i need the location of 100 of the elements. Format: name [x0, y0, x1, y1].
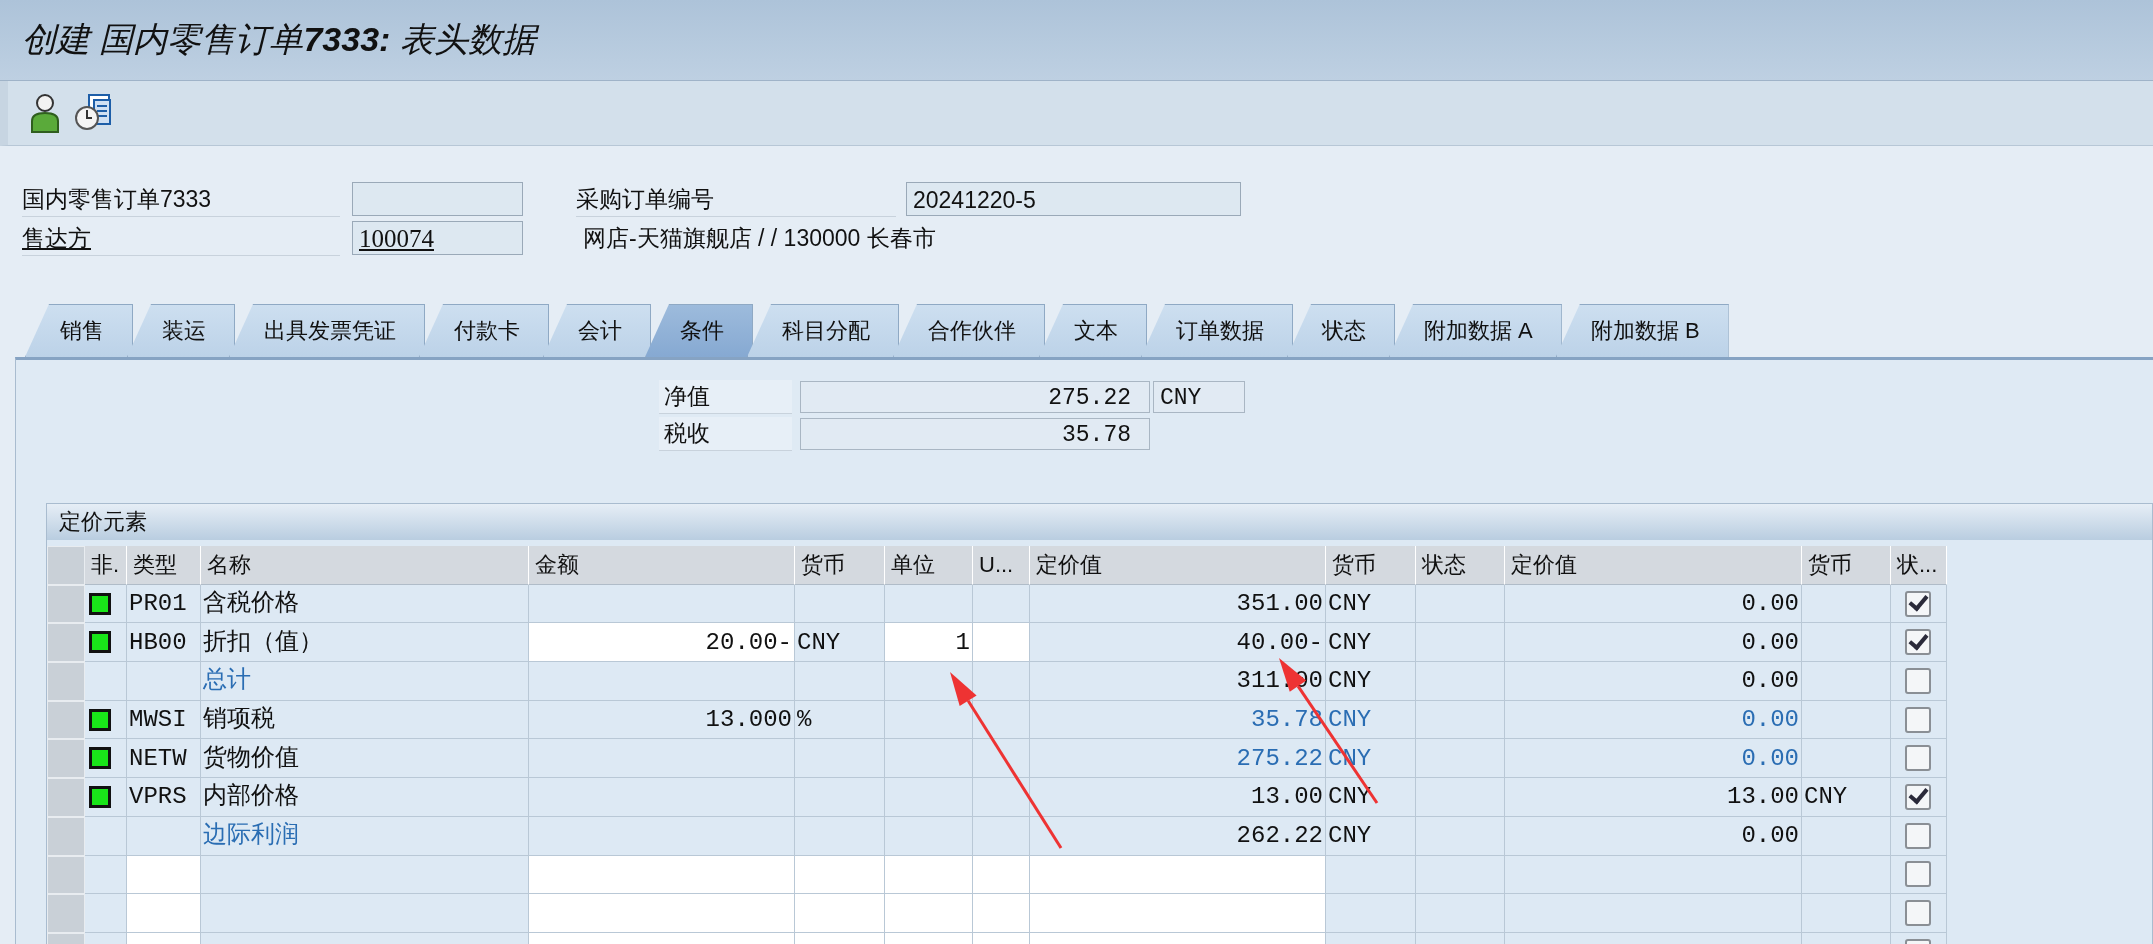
- input-cell[interactable]: [885, 855, 973, 895]
- value-field: CNY: [1153, 381, 1245, 413]
- input-cell[interactable]: [529, 894, 795, 933]
- document-clock-icon[interactable]: [74, 93, 114, 133]
- column-header: 状态: [1416, 546, 1505, 585]
- table-cell: 总计: [201, 662, 529, 701]
- input-cell[interactable]: [795, 894, 885, 933]
- table-cell: 0.00: [1505, 584, 1802, 624]
- table-cell: CNY: [1326, 816, 1416, 856]
- tab[interactable]: 付款卡: [419, 304, 549, 357]
- table-cell: CNY: [1326, 623, 1416, 663]
- table-cell: 0.00: [1505, 700, 1802, 740]
- checkbox[interactable]: [1905, 667, 1931, 694]
- tab[interactable]: 科目分配: [747, 304, 899, 357]
- table-cell: 边际利润: [201, 816, 529, 856]
- table-cell: 35.78: [1030, 700, 1326, 740]
- row-selector[interactable]: [47, 855, 85, 895]
- tab[interactable]: 条件: [645, 304, 753, 357]
- table-cell: 0.00: [1505, 623, 1802, 663]
- column-header: 定价值: [1030, 546, 1326, 585]
- table-cell: [85, 894, 127, 933]
- input-cell[interactable]: [795, 855, 885, 895]
- status-icon: [89, 785, 111, 808]
- column-header: U...: [973, 546, 1030, 585]
- tab[interactable]: 附加数据 B: [1555, 304, 1729, 357]
- input-cell[interactable]: [1030, 894, 1326, 933]
- input-field[interactable]: 100074: [352, 221, 523, 255]
- table-cell: 销项税: [201, 700, 529, 740]
- input-cell[interactable]: [885, 894, 973, 933]
- tab[interactable]: 订单数据: [1141, 304, 1293, 357]
- table-cell: 折扣（值）: [201, 623, 529, 663]
- tab[interactable]: 销售: [25, 304, 133, 357]
- field-label: 采购订单编号: [576, 181, 896, 217]
- input-cell[interactable]: [529, 855, 795, 895]
- column-header: 货币: [1802, 546, 1891, 585]
- checkbox[interactable]: [1905, 783, 1931, 810]
- checkbox[interactable]: [1905, 706, 1931, 733]
- column-header: 单位: [885, 546, 973, 585]
- person-icon[interactable]: [30, 93, 60, 133]
- table-cell: MWSI: [127, 700, 201, 740]
- column-header: 类型: [127, 546, 201, 585]
- table-cell: PR01: [127, 584, 201, 624]
- tab[interactable]: 状态: [1287, 304, 1395, 357]
- table-cell: NETW: [127, 739, 201, 779]
- table-cell: 13.00: [1030, 778, 1326, 817]
- table-cell: 0.00: [1505, 662, 1802, 701]
- row-selector[interactable]: [47, 662, 85, 701]
- tab[interactable]: 会计: [543, 304, 651, 357]
- checkbox[interactable]: [1905, 822, 1931, 849]
- column-header: 金额: [529, 546, 795, 585]
- input-cell[interactable]: [973, 623, 1030, 663]
- table-cell: 13.00: [1505, 778, 1802, 817]
- checkbox[interactable]: [1905, 590, 1931, 617]
- checkbox[interactable]: [1905, 900, 1931, 927]
- select-all-button[interactable]: [47, 546, 85, 585]
- row-selector[interactable]: [47, 700, 85, 740]
- row-selector[interactable]: [47, 623, 85, 663]
- value-field: 275.22: [800, 381, 1150, 413]
- table-cell: 货物价值: [201, 739, 529, 779]
- table-cell: 含税价格: [201, 584, 529, 624]
- row-selector[interactable]: [47, 584, 85, 624]
- column-header: 名称: [201, 546, 529, 585]
- row-selector[interactable]: [47, 816, 85, 856]
- input-cell[interactable]: [973, 894, 1030, 933]
- table-cell: 内部价格: [201, 778, 529, 817]
- row-selector[interactable]: [47, 894, 85, 933]
- status-icon: [89, 708, 111, 731]
- input-field[interactable]: [352, 182, 523, 216]
- table-cell: 275.22: [1030, 739, 1326, 779]
- section-title: 定价元素: [47, 504, 2152, 540]
- tab[interactable]: 出具发票凭证: [229, 304, 425, 357]
- input-field[interactable]: 20241220-5: [906, 182, 1241, 216]
- field-label: 税收: [659, 417, 792, 451]
- input-cell[interactable]: [127, 855, 201, 895]
- input-cell[interactable]: [973, 855, 1030, 895]
- table-cell: CNY: [1326, 584, 1416, 624]
- tab[interactable]: 合作伙伴: [893, 304, 1045, 357]
- checkbox[interactable]: [1905, 745, 1931, 772]
- checkbox[interactable]: [1905, 629, 1931, 656]
- tab[interactable]: 附加数据 A: [1389, 304, 1562, 357]
- table-cell[interactable]: 1: [885, 623, 973, 663]
- checkbox[interactable]: [1905, 861, 1931, 888]
- table-cell: 40.00-: [1030, 623, 1326, 663]
- column-header: 货币: [1326, 546, 1416, 585]
- table-cell: 262.22: [1030, 816, 1326, 856]
- input-cell[interactable]: [127, 894, 201, 933]
- sold-to-link[interactable]: 售达方: [22, 224, 91, 251]
- row-selector[interactable]: [47, 739, 85, 779]
- input-cell[interactable]: [1030, 855, 1326, 895]
- column-header: 非.: [85, 546, 127, 585]
- value-field: 35.78: [800, 418, 1150, 450]
- table-cell: 13.000: [529, 700, 795, 740]
- table-cell: CNY: [1326, 662, 1416, 701]
- table-cell: VPRS: [127, 778, 201, 817]
- tab[interactable]: 文本: [1039, 304, 1147, 357]
- row-selector[interactable]: [47, 778, 85, 817]
- table-cell: CNY: [1802, 778, 1891, 817]
- column-header: 定价值: [1505, 546, 1802, 585]
- tab[interactable]: 装运: [127, 304, 235, 357]
- table-cell[interactable]: 20.00-: [529, 623, 795, 663]
